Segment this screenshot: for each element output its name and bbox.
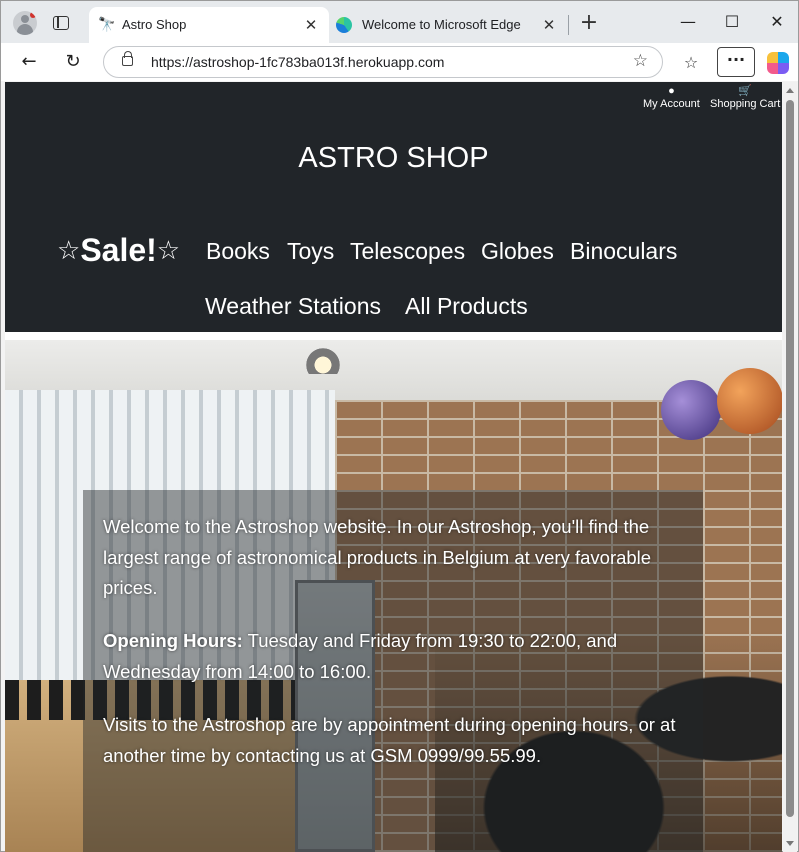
- cart-icon: 🛒: [738, 85, 753, 97]
- scroll-down-icon[interactable]: [786, 841, 794, 846]
- my-account-link[interactable]: ● My Account: [643, 85, 700, 110]
- tab-strip: 🔭 Astro Shop ✕ Welcome to Microsoft Edge…: [1, 1, 798, 43]
- nav-books-link[interactable]: Books: [206, 238, 270, 265]
- scrollbar-thumb[interactable]: [786, 100, 794, 817]
- new-tab-icon[interactable]: +: [577, 12, 601, 36]
- nav-globes-link[interactable]: Globes: [481, 238, 554, 265]
- site-title[interactable]: ASTRO SHOP: [5, 142, 782, 175]
- nav-sale-link[interactable]: ☆Sale!☆: [57, 232, 180, 269]
- hero-photo-globe: [717, 368, 782, 434]
- more-options-icon[interactable]: ···: [717, 47, 755, 77]
- profile-avatar-icon[interactable]: [13, 11, 37, 35]
- edge-logo-icon: [336, 17, 352, 33]
- address-bar[interactable]: https://astroshop-1fc783ba013f.herokuapp…: [103, 46, 663, 78]
- browser-toolbar: ← ↻ https://astroshop-1fc783ba013f.herok…: [1, 43, 798, 81]
- minimize-icon[interactable]: —: [673, 9, 703, 35]
- tab-separator: [568, 15, 569, 35]
- welcome-text: Welcome to the Astroshop website. In our…: [103, 516, 652, 598]
- star-icon: ☆: [57, 235, 81, 265]
- tab-title: Astro Shop: [122, 17, 187, 32]
- copilot-icon[interactable]: [767, 52, 789, 74]
- nav-telescopes-link[interactable]: Telescopes: [350, 238, 465, 265]
- opening-hours-label: Opening Hours:: [103, 630, 243, 651]
- refresh-icon[interactable]: ↻: [60, 49, 86, 75]
- favorite-star-icon[interactable]: ☆: [633, 51, 648, 71]
- tab-title: Welcome to Microsoft Edge: [362, 17, 521, 32]
- favorites-icon[interactable]: ☆: [679, 51, 703, 75]
- shopping-cart-label: Shopping Cart: [710, 98, 781, 110]
- back-arrow-icon[interactable]: ←: [16, 49, 42, 75]
- user-icon: ●: [668, 85, 675, 97]
- telescope-icon: 🔭: [98, 17, 116, 33]
- hero-photo-globe: [661, 380, 721, 440]
- hero-photo-spotlight: [305, 344, 341, 374]
- maximize-icon[interactable]: ☐: [717, 9, 747, 35]
- shopping-cart-link[interactable]: 🛒 Shopping Cart: [710, 85, 780, 110]
- lock-icon[interactable]: [122, 51, 133, 66]
- tab-astro-shop[interactable]: 🔭 Astro Shop ✕: [89, 7, 329, 43]
- tab-actions-icon[interactable]: [53, 16, 69, 30]
- nav-binoculars-link[interactable]: Binoculars: [570, 238, 677, 265]
- close-tab-icon[interactable]: ✕: [301, 15, 321, 35]
- url-text[interactable]: https://astroshop-1fc783ba013f.herokuapp…: [151, 54, 444, 70]
- visits-text: Visits to the Astroshop are by appointme…: [103, 714, 676, 766]
- page-scrollbar[interactable]: [783, 82, 797, 852]
- site-header: ● My Account 🛒 Shopping Cart ASTRO SHOP …: [5, 82, 782, 332]
- sale-label: Sale!: [80, 232, 157, 268]
- opening-hours-text: Opening Hours: Tuesday and Friday from 1…: [103, 626, 683, 687]
- close-tab-icon[interactable]: ✕: [539, 15, 559, 35]
- tab-welcome-edge[interactable]: Welcome to Microsoft Edge ✕: [329, 7, 567, 43]
- page-viewport: ● My Account 🛒 Shopping Cart ASTRO SHOP …: [5, 82, 782, 852]
- close-window-icon[interactable]: ✕: [762, 9, 792, 35]
- browser-window: 🔭 Astro Shop ✕ Welcome to Microsoft Edge…: [0, 0, 799, 852]
- nav-weather-stations-link[interactable]: Weather Stations: [205, 293, 381, 320]
- scroll-up-icon[interactable]: [786, 88, 794, 93]
- hero-section: Welcome to the Astroshop website. In our…: [5, 340, 782, 852]
- nav-toys-link[interactable]: Toys: [287, 238, 334, 265]
- nav-all-products-link[interactable]: All Products: [405, 293, 528, 320]
- my-account-label: My Account: [643, 98, 700, 110]
- star-icon: ☆: [156, 235, 181, 265]
